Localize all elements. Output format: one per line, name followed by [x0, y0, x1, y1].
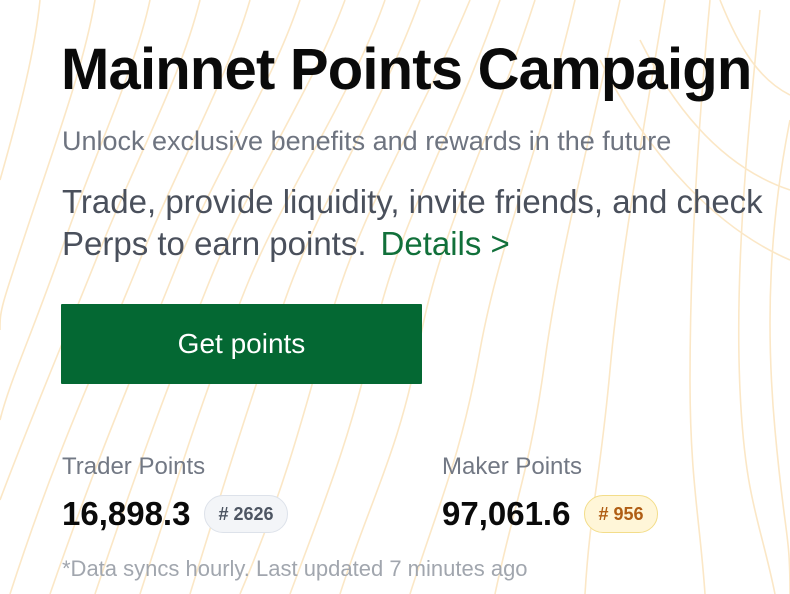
get-points-button[interactable]: Get points: [61, 304, 422, 384]
trader-points-label: Trader Points: [62, 453, 206, 480]
page-title: Mainnet Points Campaign: [61, 37, 752, 102]
trader-points-row: 16,898.3 # 2626: [62, 494, 288, 534]
campaign-description: Trade, provide liquidity, invite friends…: [62, 181, 763, 265]
trader-points-block: Trader Points 16,898.3 # 2626: [62, 452, 288, 534]
maker-points-block: Maker Points 97,061.6 # 956: [442, 452, 658, 534]
maker-rank-badge: # 956: [584, 495, 658, 533]
page-subtitle: Unlock exclusive benefits and rewards in…: [62, 126, 672, 156]
trader-points-value: 16,898.3: [62, 495, 191, 532]
description-line-2: Perps to earn points.: [62, 225, 367, 262]
details-link[interactable]: Details >: [381, 225, 510, 262]
maker-points-value: 97,061.6: [442, 495, 571, 532]
maker-points-row: 97,061.6 # 956: [442, 494, 658, 534]
data-sync-note: *Data syncs hourly. Last updated 7 minut…: [62, 556, 528, 581]
description-line-1: Trade, provide liquidity, invite friends…: [62, 183, 763, 220]
maker-points-label: Maker Points: [442, 453, 583, 480]
main-content: Mainnet Points Campaign Unlock exclusive…: [0, 0, 790, 594]
trader-rank-badge: # 2626: [204, 495, 288, 533]
